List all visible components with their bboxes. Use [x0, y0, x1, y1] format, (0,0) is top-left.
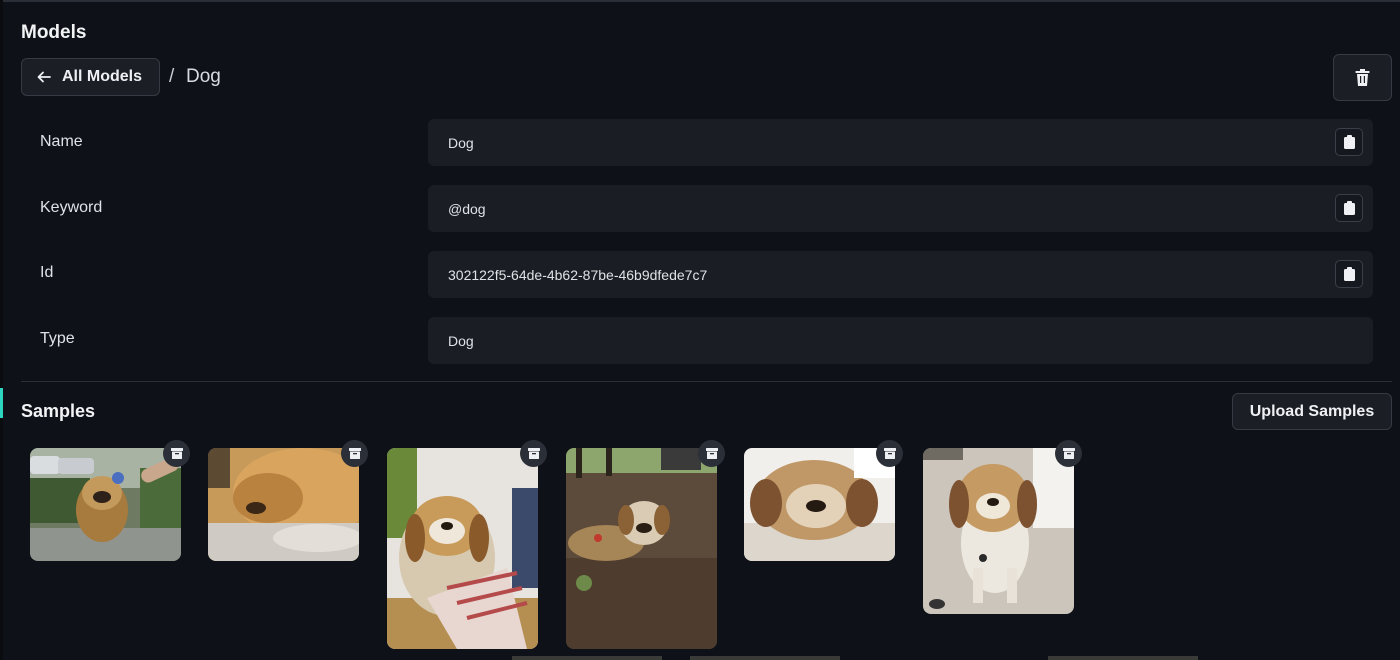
sample-image-2[interactable]: [208, 448, 359, 561]
next-row-fragment: [690, 656, 840, 660]
archive-sample-1-button[interactable]: [163, 440, 190, 467]
sample-image-1[interactable]: [30, 448, 181, 561]
all-models-label: All Models: [62, 68, 143, 85]
upload-samples-button[interactable]: Upload Samples: [1232, 393, 1392, 430]
field-label-type: Type: [40, 330, 75, 347]
field-value-keyword: @dog: [448, 200, 486, 217]
breadcrumb-separator: /: [169, 66, 175, 87]
field-type: Dog: [428, 317, 1373, 364]
sample-image-4[interactable]: [566, 448, 717, 649]
section-divider: [21, 381, 1392, 382]
archive-sample-4-button[interactable]: [698, 440, 725, 467]
next-row-fragment: [1048, 656, 1198, 660]
copy-name-button[interactable]: [1335, 128, 1363, 156]
clipboard-icon: [1343, 135, 1355, 149]
field-label-id: Id: [40, 264, 54, 281]
archive-icon: [705, 448, 718, 459]
archive-sample-6-button[interactable]: [1055, 440, 1082, 467]
archive-icon: [348, 448, 361, 459]
field-value-id: 302122f5-64de-4b62-87be-46b9dfede7c7: [448, 266, 708, 283]
trash-icon: [1355, 69, 1370, 86]
archive-sample-5-button[interactable]: [876, 440, 903, 467]
field-id: 302122f5-64de-4b62-87be-46b9dfede7c7: [428, 251, 1373, 298]
sample-image-5[interactable]: [744, 448, 895, 561]
top-border: [0, 0, 1400, 2]
clipboard-icon: [1343, 201, 1355, 215]
page-title: Models: [21, 22, 87, 43]
delete-model-button[interactable]: [1333, 54, 1392, 101]
archive-icon: [170, 448, 183, 459]
next-row-fragment: [512, 656, 662, 660]
arrow-left-icon: [37, 71, 51, 83]
samples-title: Samples: [21, 401, 96, 421]
copy-id-button[interactable]: [1335, 260, 1363, 288]
field-keyword: @dog: [428, 185, 1373, 232]
field-value-type: Dog: [448, 332, 474, 349]
left-accent-marker: [0, 388, 3, 418]
breadcrumb-current: Dog: [186, 66, 221, 87]
archive-sample-3-button[interactable]: [520, 440, 547, 467]
model-detail-page: Models All Models / Dog Name Dog Keyword…: [0, 0, 1400, 660]
sample-image-6[interactable]: [923, 448, 1074, 614]
field-label-name: Name: [40, 133, 83, 150]
field-value-name: Dog: [448, 134, 474, 151]
clipboard-icon: [1343, 267, 1355, 281]
all-models-button[interactable]: All Models: [21, 58, 160, 96]
archive-icon: [527, 448, 540, 459]
field-label-keyword: Keyword: [40, 199, 103, 216]
field-name: Dog: [428, 119, 1373, 166]
sample-image-3[interactable]: [387, 448, 538, 649]
archive-icon: [1062, 448, 1075, 459]
archive-sample-2-button[interactable]: [341, 440, 368, 467]
archive-icon: [883, 448, 896, 459]
copy-keyword-button[interactable]: [1335, 194, 1363, 222]
left-edge: [0, 0, 3, 660]
